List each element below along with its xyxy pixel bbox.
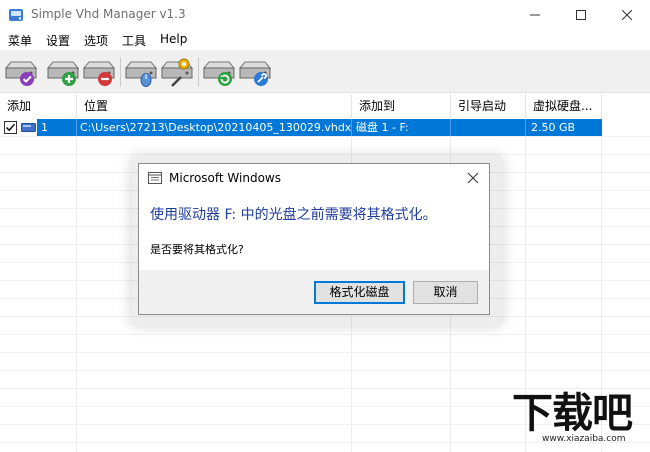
menu-settings[interactable]: 设置 (46, 32, 70, 49)
toolbar-separator (120, 58, 121, 86)
menu-main[interactable]: 菜单 (8, 32, 32, 49)
row-location: C:\Users\27213\Desktop\20210405_130029.v… (80, 121, 352, 134)
disk-refresh-icon (202, 61, 236, 86)
menu-tools[interactable]: 工具 (122, 32, 146, 49)
format-dialog: Microsoft Windows 使用驱动器 F: 中的光盘之前需要将其格式化… (138, 163, 490, 315)
column-header-add[interactable]: 添加 (0, 94, 77, 118)
disk-tools-button[interactable] (238, 56, 272, 88)
disk-mouse-icon (124, 61, 158, 87)
cancel-button[interactable]: 取消 (413, 281, 478, 304)
cell-separator (450, 119, 451, 136)
disk-check-icon (4, 61, 38, 86)
disk-settings-icon (160, 58, 194, 87)
dialog-footer: 格式化磁盘 取消 (139, 270, 489, 314)
format-disk-button[interactable]: 格式化磁盘 (314, 281, 405, 304)
toolbar-separator (198, 58, 199, 86)
remove-disk-button[interactable] (82, 56, 116, 88)
maximize-icon (576, 10, 586, 20)
disk-tools-icon (238, 61, 272, 86)
grid-line (76, 118, 77, 452)
vhd-disk-icon (21, 123, 36, 132)
grid-line (0, 352, 650, 353)
row-size: 2.50 GB (531, 121, 576, 134)
row-attached-to: 磁盘 1 - F: (356, 121, 409, 134)
mount-disk-button[interactable] (124, 56, 158, 88)
row-selection: 1 C:\Users\27213\Desktop\20210405_130029… (37, 119, 602, 136)
cell-separator (76, 119, 77, 136)
menu-help[interactable]: Help (160, 32, 187, 46)
window-title: Simple Vhd Manager v1.3 (31, 7, 186, 21)
close-button[interactable] (604, 0, 650, 30)
toolbar (0, 50, 650, 93)
grid-line (0, 370, 650, 371)
minimize-button[interactable] (512, 0, 558, 30)
close-icon (622, 10, 632, 20)
check-disk-button[interactable] (4, 56, 38, 88)
watermark-url: www.xiazaiba.com (542, 434, 626, 444)
column-header-vdisk[interactable]: 虚拟硬盘... (526, 94, 602, 118)
dialog-main-instruction: 使用驱动器 F: 中的光盘之前需要将其格式化。 (150, 207, 437, 223)
column-header-location[interactable]: 位置 (77, 94, 352, 118)
row-index: 1 (41, 121, 48, 134)
watermark-logo: 下载吧 (512, 389, 633, 437)
dialog-title: Microsoft Windows (169, 171, 281, 185)
table-row[interactable]: 1 C:\Users\27213\Desktop\20210405_130029… (0, 119, 602, 136)
maximize-button[interactable] (558, 0, 604, 30)
row-boot (455, 119, 525, 136)
add-disk-button[interactable] (46, 56, 80, 88)
minimize-icon (530, 14, 540, 16)
site-watermark: 下载吧 www.xiazaiba.com (512, 391, 644, 445)
row-checkbox[interactable] (4, 121, 17, 134)
checkmark-icon (6, 123, 16, 132)
disk-add-icon (46, 61, 80, 86)
app-disk-icon (9, 9, 23, 21)
column-header-attached-to[interactable]: 添加到 (352, 94, 451, 118)
title-bar: Simple Vhd Manager v1.3 (0, 0, 650, 30)
menu-options[interactable]: 选项 (84, 32, 108, 49)
grid-line (0, 136, 650, 137)
close-icon[interactable] (467, 172, 479, 184)
cell-separator (525, 119, 526, 136)
dialog-content: 是否要将其格式化? (150, 243, 244, 256)
disk-remove-icon (82, 61, 116, 86)
refresh-disk-button[interactable] (202, 56, 236, 88)
disk-settings-button[interactable] (160, 56, 194, 88)
window-icon (148, 172, 162, 184)
cell-separator (351, 119, 352, 136)
grid-line (0, 334, 650, 335)
column-header-boot[interactable]: 引导启动 (451, 94, 526, 118)
menu-bar: 菜单 设置 选项 工具 Help (0, 30, 650, 50)
